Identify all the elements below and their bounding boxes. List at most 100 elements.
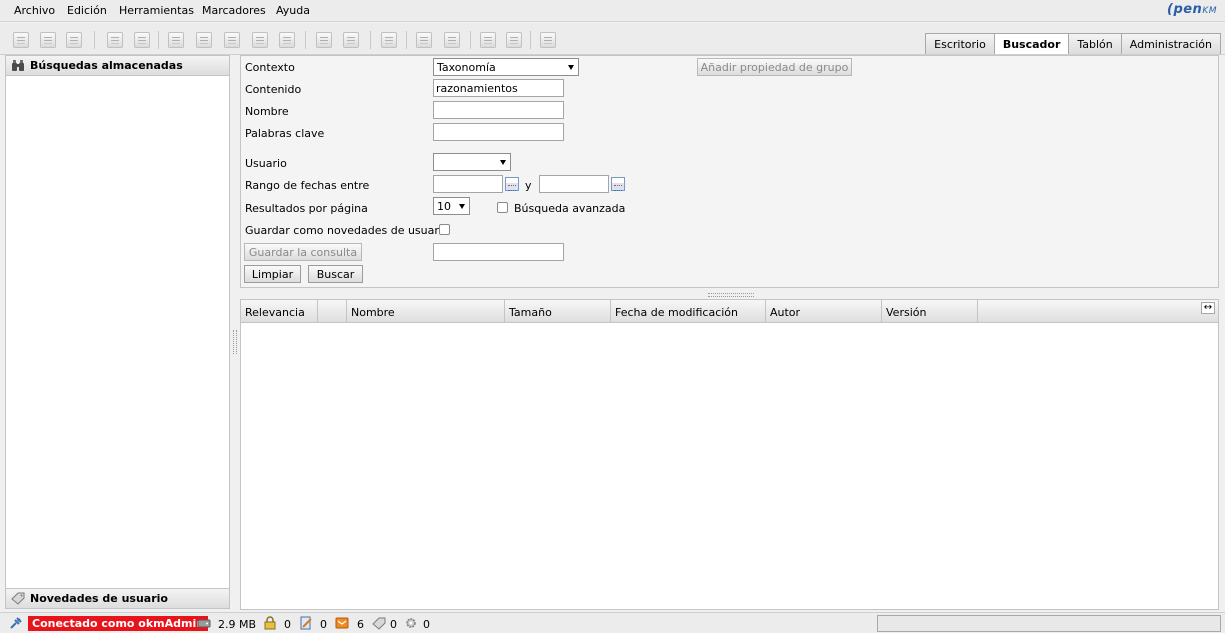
contenido-label: Contenido [245,83,302,96]
status-message-area [877,615,1221,632]
expand-columns-icon[interactable]: ↔ [1201,302,1215,314]
subscription-count: 0 [390,618,397,631]
menu-marcadores[interactable]: Marcadores [202,4,266,17]
contexto-value: Taxonomía [437,61,496,74]
tab-administracion[interactable]: Administración [1120,33,1221,54]
rango-y-label: y [525,179,532,192]
chevron-down-icon [500,160,506,165]
vertical-splitter[interactable] [233,330,237,354]
edit-document-icon[interactable] [196,32,212,48]
date-from-input[interactable] [433,175,503,193]
calendar-from-icon[interactable] [505,177,519,191]
menu-archivo[interactable]: Archivo [14,4,55,17]
menu-bar: Archivo Edición Herramientas Marcadores … [0,0,1225,22]
workflow-gear-icon[interactable] [404,616,418,630]
checkout-documents-count: 0 [320,618,327,631]
checkin-icon[interactable] [224,32,240,48]
menu-ayuda[interactable]: Ayuda [276,4,310,17]
saved-searches-title: Búsquedas almacenadas [30,59,183,72]
toolbar-separator [470,31,471,49]
tab-tablon[interactable]: Tablón [1068,33,1122,54]
create-folder-icon[interactable] [13,32,29,48]
logo-suffix: KM [1202,6,1217,16]
consulta-name-input[interactable] [433,243,564,261]
limpiar-button[interactable]: Limpiar [244,265,301,283]
toolbar-separator [370,31,371,49]
status-bar: Conectado como okmAdmin 2.9 MB 0 0 6 0 0 [0,612,1225,633]
openkm-logo: (penKM [1167,2,1217,17]
resultados-select[interactable]: 10 [433,197,470,215]
left-panel: Búsquedas almacenadas Novedades de usuar… [5,55,230,609]
guardar-novedades-checkbox[interactable] [439,224,450,235]
buscar-button[interactable]: Buscar [308,265,363,283]
resultados-value: 10 [437,200,451,213]
toolbar-separator [530,31,531,49]
disk-usage-icon [197,619,211,628]
cancel-checkout-icon[interactable] [279,32,295,48]
rango-fechas-label: Rango de fechas entre [245,179,370,192]
disk-usage-value: 2.9 MB [218,618,257,631]
remove-property-group-icon[interactable] [343,32,359,48]
col-tamano[interactable]: Tamaño [505,300,611,323]
col-fecha-modificacion[interactable]: Fecha de modificación [611,300,766,323]
user-news-title: Novedades de usuario [30,592,168,605]
mail-count: 6 [357,618,364,631]
find-folder-icon[interactable] [40,32,56,48]
contenido-input[interactable]: razonamientos [433,79,564,97]
col-relevancia[interactable]: Relevancia [241,300,318,323]
workflow-icon[interactable] [381,32,397,48]
unlock-icon[interactable] [134,32,150,48]
connected-user-badge: Conectado como okmAdmin [28,616,209,631]
checkout-documents-icon[interactable] [299,616,313,630]
scanner-icon[interactable] [540,32,556,48]
usuario-select[interactable] [433,153,511,171]
chevron-down-icon [568,65,574,70]
find-document-icon[interactable] [66,32,82,48]
palabras-clave-label: Palabras clave [245,127,325,140]
col-icon[interactable] [318,300,347,323]
horizontal-splitter[interactable] [708,293,754,297]
user-news-header[interactable]: Novedades de usuario [6,588,229,608]
main-tabs: Escritorio Buscador Tablón Administració… [925,33,1221,54]
toolbar-separator [406,31,407,49]
toolbar-separator [158,31,159,49]
menu-edicion[interactable]: Edición [67,4,107,17]
calendar-to-icon[interactable] [611,177,625,191]
nombre-input[interactable] [433,101,564,119]
toolbar-separator [94,31,95,49]
col-filler: ↔ [978,300,1218,323]
guardar-consulta-button[interactable]: Guardar la consulta [244,243,362,261]
tab-escritorio[interactable]: Escritorio [925,33,995,54]
binoculars-icon [12,60,24,71]
checkout-icon[interactable] [252,32,268,48]
chevron-down-icon [459,204,465,209]
subscription-tag-icon[interactable] [372,616,386,630]
palabras-clave-input[interactable] [433,123,564,141]
connection-plug-icon [10,617,22,629]
mail-icon[interactable] [335,616,349,630]
col-autor[interactable]: Autor [766,300,882,323]
col-nombre[interactable]: Nombre [347,300,505,323]
contexto-label: Contexto [245,61,295,74]
tab-buscador[interactable]: Buscador [993,33,1070,54]
add-group-property-button[interactable]: Añadir propiedad de grupo [697,58,852,76]
results-table: Relevancia Nombre Tamaño Fecha de modifi… [240,299,1219,610]
lock-icon[interactable] [107,32,123,48]
refresh-icon[interactable] [480,32,496,48]
remove-subscription-icon[interactable] [444,32,460,48]
add-subscription-icon[interactable] [416,32,432,48]
busqueda-avanzada-checkbox[interactable] [497,202,508,213]
busqueda-avanzada-label: Búsqueda avanzada [514,202,626,215]
workflow-count: 0 [423,618,430,631]
saved-searches-header[interactable]: Búsquedas almacenadas [6,56,229,76]
search-form: Contexto Taxonomía Añadir propiedad de g… [240,55,1219,288]
locked-documents-icon[interactable] [263,616,277,630]
resultados-label: Resultados por página [245,202,368,215]
add-property-group-icon[interactable] [316,32,332,48]
menu-herramientas[interactable]: Herramientas [119,4,194,17]
add-document-icon[interactable] [168,32,184,48]
col-version[interactable]: Versión [882,300,978,323]
contexto-select[interactable]: Taxonomía [433,58,579,76]
home-icon[interactable] [506,32,522,48]
date-to-input[interactable] [539,175,609,193]
